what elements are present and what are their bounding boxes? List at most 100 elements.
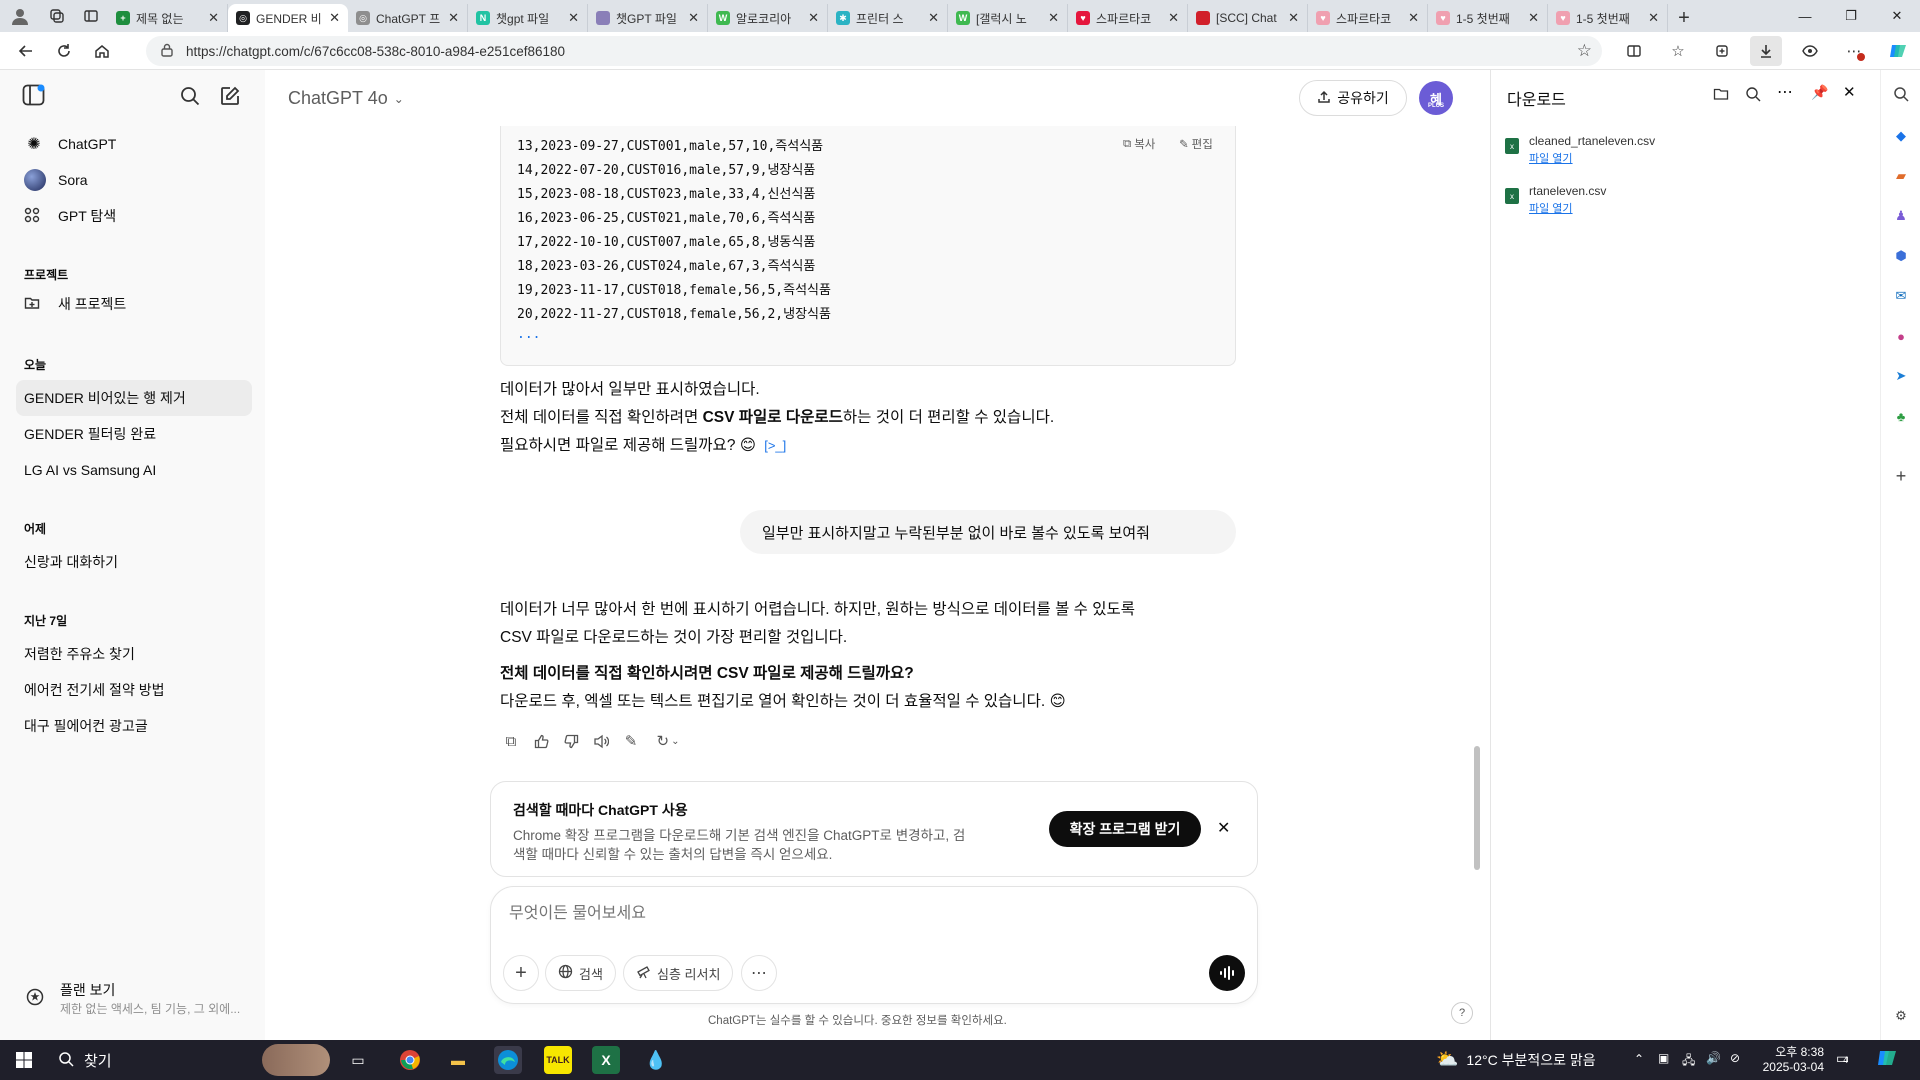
copy-code-button[interactable]: ⧉ 복사 <box>1123 136 1155 152</box>
thumbs-up-icon[interactable] <box>528 728 554 754</box>
tools-icon[interactable]: ▰ <box>1891 166 1911 186</box>
chat-item-aircon-ad[interactable]: 대구 필에어컨 광고글 <box>16 708 252 744</box>
browser-tab[interactable]: ♥ 스파르타코 ✕ <box>1308 4 1428 32</box>
close-tab-icon[interactable]: ✕ <box>448 10 459 26</box>
add-icon[interactable]: + <box>1891 466 1911 486</box>
shopping-icon[interactable]: ◆ <box>1891 126 1911 146</box>
read-aloud-icon[interactable] <box>588 728 614 754</box>
close-panel-icon[interactable]: ✕ <box>1843 83 1856 101</box>
url-text[interactable]: https://chatgpt.com/c/67c6cc08-538c-8010… <box>186 44 565 59</box>
refresh-icon[interactable] <box>48 36 80 66</box>
regenerate-icon[interactable]: ↻ ⌄ <box>650 728 686 754</box>
open-file-link[interactable]: 파일 열기 <box>1529 150 1573 166</box>
designer-icon[interactable]: ● <box>1891 326 1911 346</box>
favorite-star-icon[interactable]: ☆ <box>1577 41 1592 61</box>
task-view-icon[interactable]: ▭ <box>344 1046 372 1074</box>
games-icon[interactable]: ♟ <box>1891 206 1911 226</box>
browser-tab[interactable]: W 알로코리아 ✕ <box>708 4 828 32</box>
chrome-icon[interactable] <box>396 1046 424 1074</box>
search-chats-icon[interactable] <box>180 86 200 109</box>
close-tab-icon[interactable]: ✕ <box>1048 10 1059 26</box>
browser-tab[interactable]: ◎ GENDER 비 ✕ <box>228 4 348 32</box>
close-tab-icon[interactable]: ✕ <box>1408 10 1419 26</box>
drop-app-icon[interactable]: 💧 <box>642 1046 670 1074</box>
chat-item-gender-filter[interactable]: GENDER 필터링 완료 <box>16 416 252 452</box>
close-tab-icon[interactable]: ✕ <box>928 10 939 26</box>
browser-tab[interactable]: ♥ 1-5 첫번째 ✕ <box>1428 4 1548 32</box>
voice-mode-button[interactable] <box>1209 955 1245 991</box>
close-tab-icon[interactable]: ✕ <box>1528 10 1539 26</box>
code-interpreter-citation[interactable]: [>_] <box>764 438 786 453</box>
share-button[interactable]: 공유하기 <box>1299 80 1407 116</box>
search-icon[interactable] <box>1891 84 1911 104</box>
close-tab-icon[interactable]: ✕ <box>808 10 819 26</box>
minimize-button[interactable]: — <box>1782 0 1828 32</box>
blocked-icon[interactable]: ⊘ <box>1730 1051 1740 1065</box>
gear-icon[interactable]: ⚙ <box>1891 1006 1911 1026</box>
send-icon[interactable]: ➤ <box>1891 366 1911 386</box>
chat-item-gender-remove[interactable]: GENDER 비어있는 행 제거 <box>16 380 252 416</box>
close-tab-icon[interactable]: ✕ <box>688 10 699 26</box>
browser-tab[interactable]: + 제목 없는 ✕ <box>108 4 228 32</box>
device-icon[interactable]: ▣ <box>1658 1051 1669 1065</box>
downloads-icon[interactable] <box>1750 36 1782 66</box>
close-tab-icon[interactable]: ✕ <box>1648 10 1659 26</box>
close-tab-icon[interactable]: ✕ <box>568 10 579 26</box>
file-explorer-icon[interactable]: ▬ <box>444 1046 472 1074</box>
address-bar[interactable]: https://chatgpt.com/c/67c6cc08-538c-8010… <box>146 36 1602 66</box>
browser-tab[interactable]: W [갤럭시 노 ✕ <box>948 4 1068 32</box>
settings-more-icon[interactable]: ⋯ <box>1838 36 1870 66</box>
more-tools-button[interactable]: ⋯ <box>741 955 777 991</box>
windows-start-icon[interactable] <box>10 1046 38 1074</box>
pin-icon[interactable]: 📌 <box>1811 84 1828 101</box>
chat-item-aircon-saving[interactable]: 에어컨 전기세 절약 방법 <box>16 672 252 708</box>
download-item[interactable]: x rtaneleven.csv 파일 열기 <box>1505 184 1865 220</box>
browser-tab[interactable]: ♥ 1-5 첫번째 ✕ <box>1548 4 1668 32</box>
close-tab-icon[interactable]: ✕ <box>1168 10 1179 26</box>
sidebar-item-sora[interactable]: Sora <box>16 162 252 198</box>
search-downloads-icon[interactable] <box>1745 86 1761 105</box>
view-plans-button[interactable]: 플랜 보기 제한 없는 액세스, 팀 기능, 그 외에... <box>16 976 256 1022</box>
network-icon[interactable]: 🖧 <box>1682 1051 1695 1072</box>
restore-button[interactable]: ❐ <box>1828 0 1874 32</box>
chat-item-gas-station[interactable]: 저렴한 주유소 찾기 <box>16 636 252 672</box>
copilot-taskbar-icon[interactable] <box>1876 1047 1898 1072</box>
taskbar-search[interactable]: 찾기 <box>58 1050 112 1071</box>
excel-icon[interactable]: X <box>592 1046 620 1074</box>
new-chat-icon[interactable] <box>220 86 240 109</box>
new-tab-button[interactable]: + <box>1668 4 1700 32</box>
tab-actions-icon[interactable] <box>74 0 108 32</box>
kakaotalk-icon[interactable]: TALK <box>544 1046 572 1074</box>
edit-code-button[interactable]: ✎ 편집 <box>1179 136 1213 152</box>
notification-icon[interactable]: ▭4 <box>1836 1050 1849 1067</box>
close-tab-icon[interactable]: ✕ <box>329 10 340 26</box>
deep-research-button[interactable]: 심층 리서치 <box>623 955 734 991</box>
split-screen-icon[interactable] <box>1618 36 1650 66</box>
attach-button[interactable]: + <box>503 955 539 991</box>
close-tab-icon[interactable]: ✕ <box>208 10 219 26</box>
thumbs-down-icon[interactable] <box>558 728 584 754</box>
back-icon[interactable] <box>10 36 42 66</box>
browser-tab[interactable]: ♥ 스파르타코 ✕ <box>1068 4 1188 32</box>
chat-item-talk[interactable]: 신랑과 대화하기 <box>16 544 252 580</box>
workspaces-icon[interactable] <box>40 0 74 32</box>
sidebar-item-chatgpt[interactable]: ✺ ChatGPT <box>16 126 252 162</box>
search-toggle-button[interactable]: 검색 <box>545 955 616 991</box>
scrollbar-thumb[interactable] <box>1474 746 1480 870</box>
edge-icon[interactable] <box>494 1046 522 1074</box>
collections-icon[interactable] <box>1706 36 1738 66</box>
open-folder-icon[interactable] <box>1713 86 1729 105</box>
edit-canvas-icon[interactable]: ✎ <box>618 728 644 754</box>
browser-essentials-icon[interactable] <box>1794 36 1826 66</box>
open-file-link[interactable]: 파일 열기 <box>1529 200 1573 216</box>
m365-icon[interactable]: ⬢ <box>1891 246 1911 266</box>
download-item[interactable]: x cleaned_rtaneleven.csv 파일 열기 <box>1505 134 1865 170</box>
site-info-icon[interactable] <box>160 43 174 60</box>
model-selector[interactable]: ChatGPT 4o ⌄ <box>288 88 404 109</box>
browser-tab[interactable]: N 챗gpt 파일 ✕ <box>468 4 588 32</box>
prompt-input[interactable] <box>509 901 1229 927</box>
close-window-button[interactable]: ✕ <box>1874 0 1920 32</box>
home-icon[interactable] <box>86 36 118 66</box>
sidebar-item-explore-gpts[interactable]: GPT 탐색 <box>16 198 252 234</box>
copy-icon[interactable]: ⧉ <box>498 728 524 754</box>
